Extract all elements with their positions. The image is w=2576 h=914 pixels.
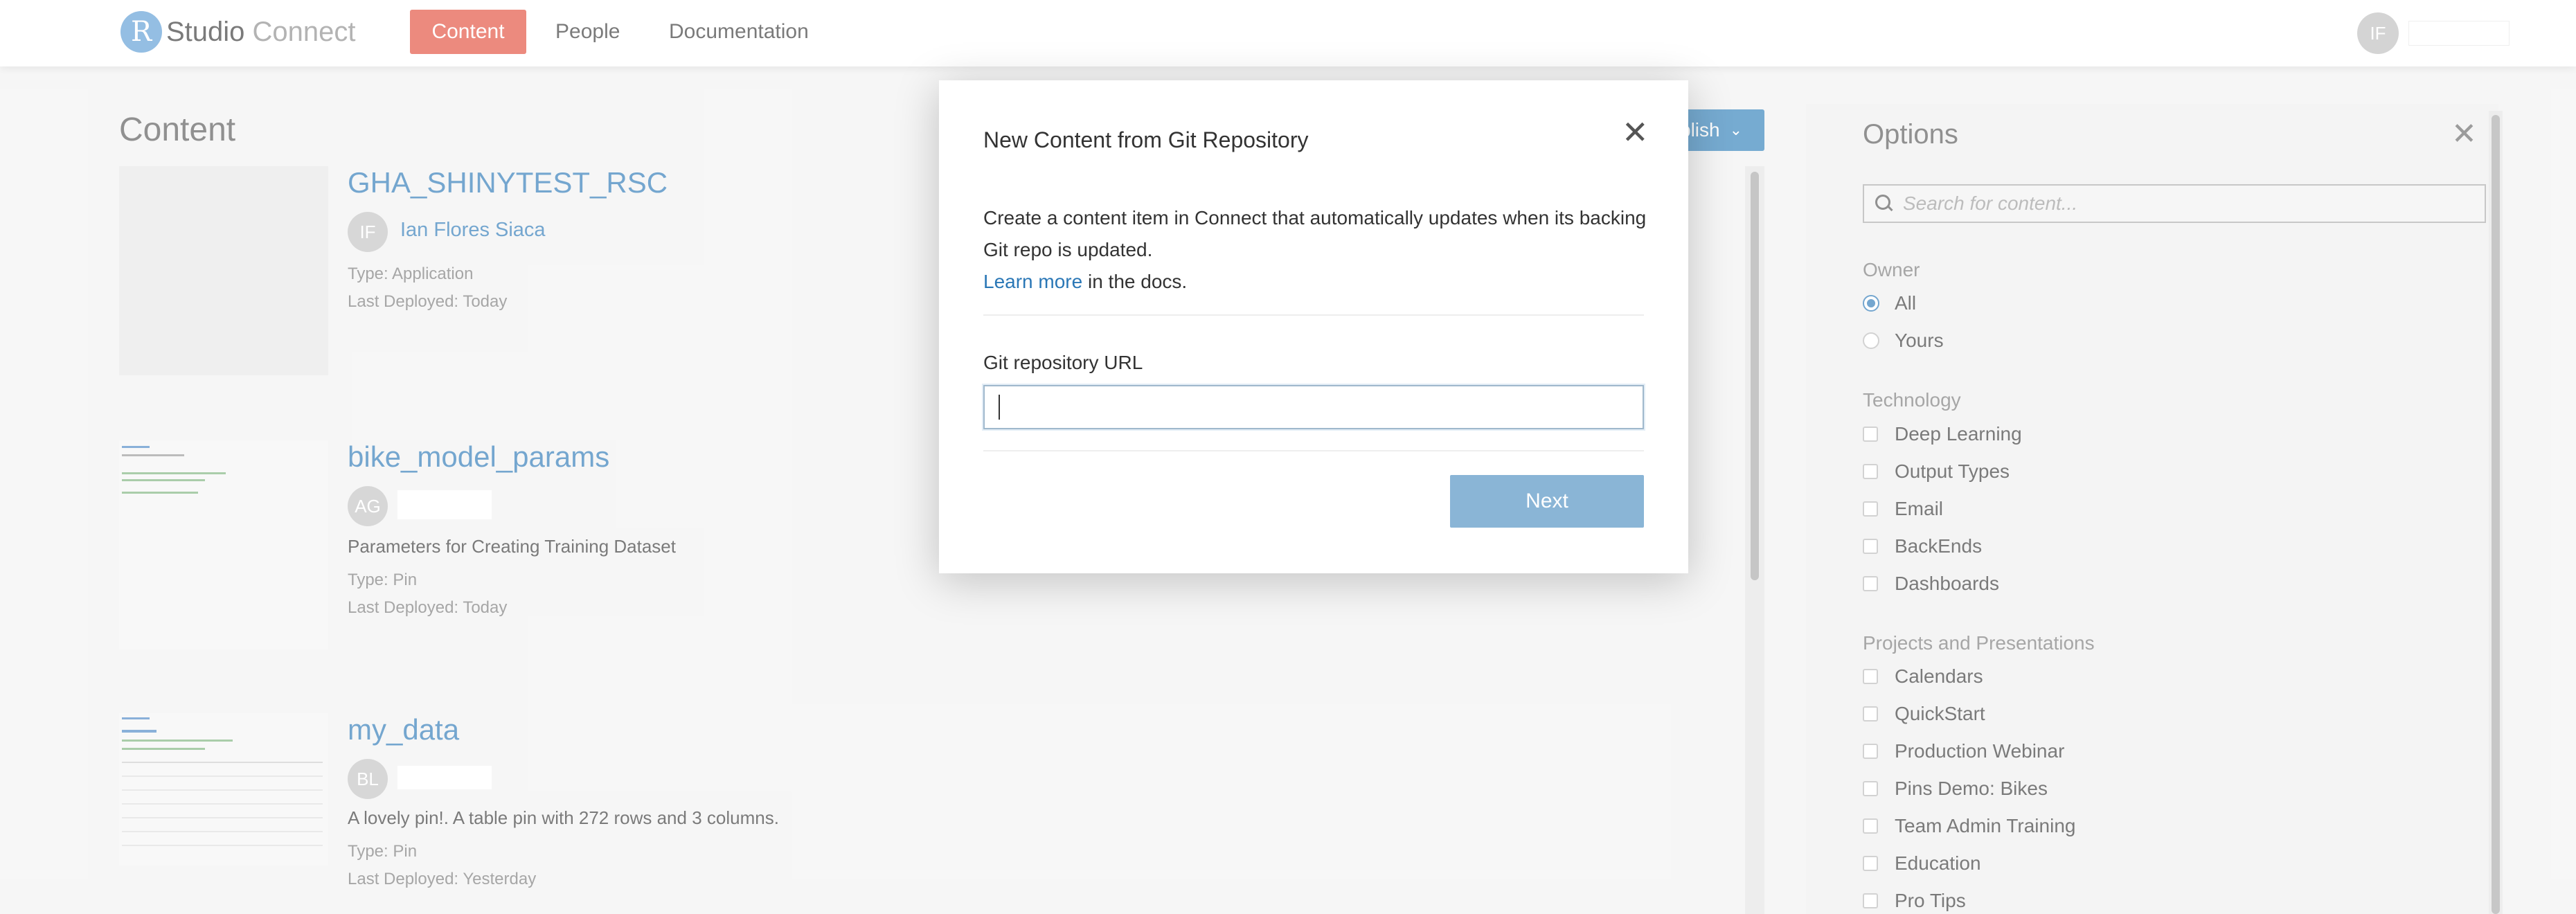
git-url-input[interactable] [983,385,1644,429]
divider [983,450,1644,451]
next-button[interactable]: Next [1450,475,1644,528]
dialog-body-text: Create a content item in Connect that au… [983,207,1647,260]
dialog-description: Create a content item in Connect that au… [983,202,1648,298]
dialog-title: New Content from Git Repository [983,127,1309,152]
divider [983,314,1644,316]
dialog-body-suffix: in the docs. [1082,271,1188,292]
text-cursor [999,395,1000,420]
learn-more-link[interactable]: Learn more [983,271,1082,292]
git-url-label: Git repository URL [983,352,1143,373]
git-repository-dialog: New Content from Git Repository ✕ Create… [939,80,1688,573]
close-icon[interactable]: ✕ [1622,116,1649,148]
